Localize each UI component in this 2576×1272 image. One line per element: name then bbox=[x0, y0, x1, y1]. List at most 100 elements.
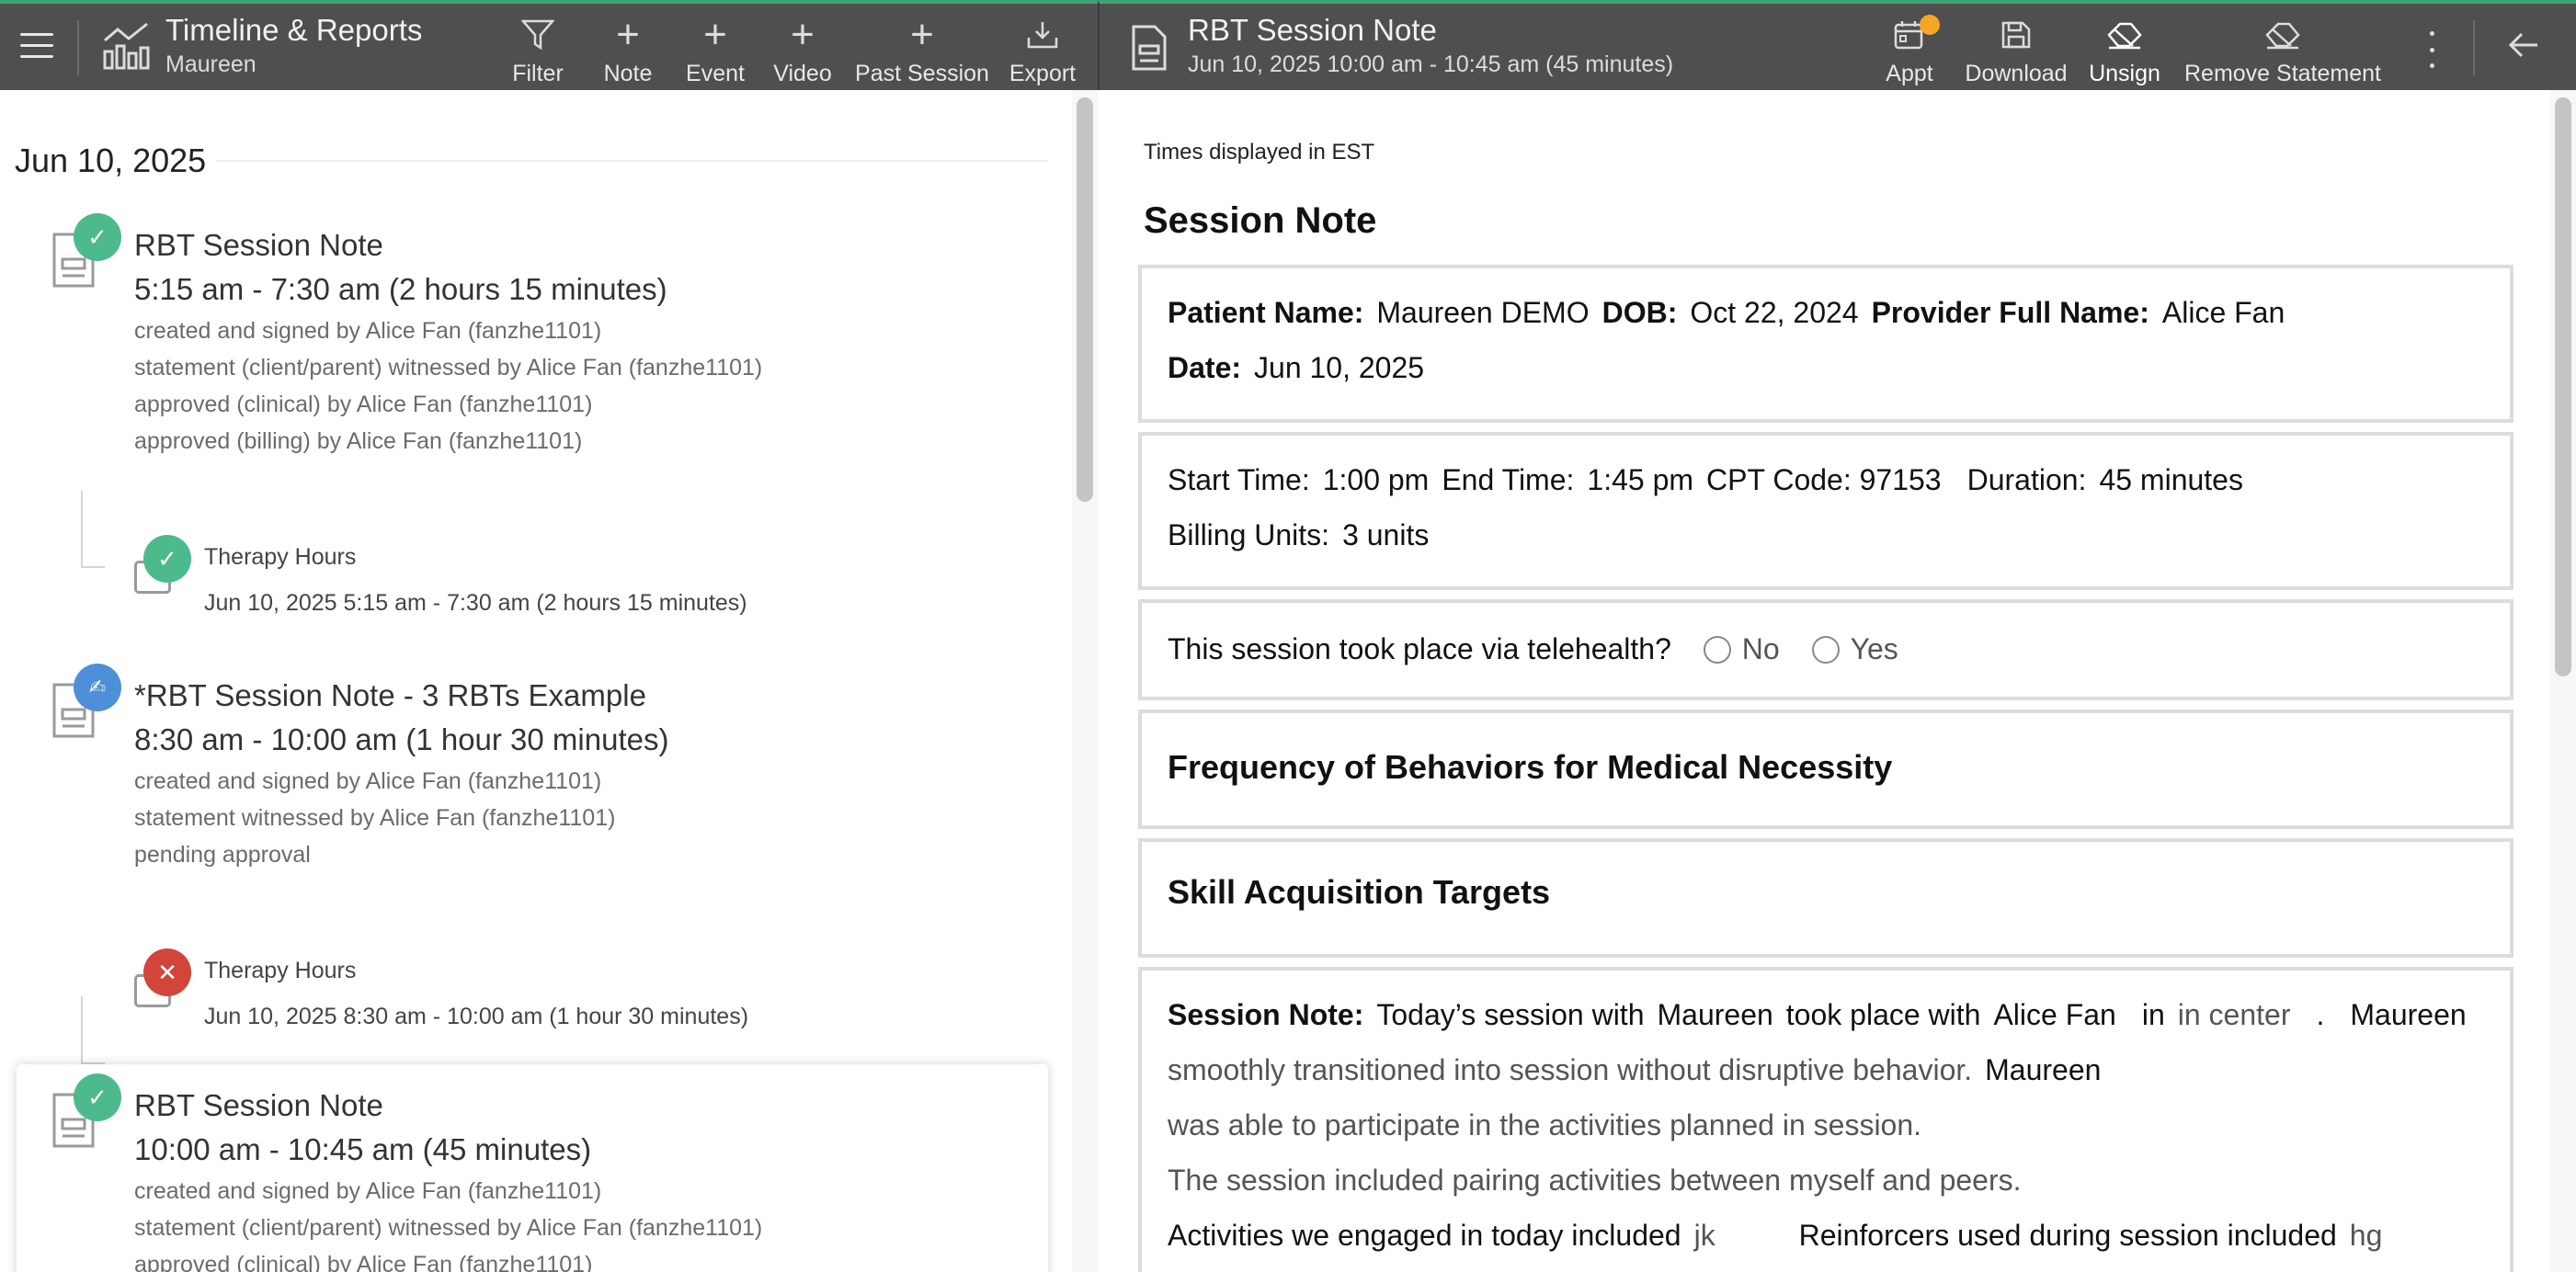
unsign-button[interactable]: Unsign bbox=[2085, 17, 2164, 87]
filter-button[interactable]: Filter bbox=[507, 17, 568, 87]
dob-value: Oct 22, 2024 bbox=[1690, 296, 1859, 329]
timeline-entry-selected[interactable]: ✓ RBT Session Note 10:00 am - 10:45 am (… bbox=[17, 1064, 1048, 1272]
patient-name: Maureen DEMO bbox=[1376, 296, 1590, 329]
timeline-sub-entry[interactable]: ✓ Therapy Hours Jun 10, 2025 5:15 am - 7… bbox=[0, 513, 1048, 623]
entry-status-line: approved (billing) by Alice Fan (fanzhe1… bbox=[134, 428, 583, 454]
toolbar-divider bbox=[2473, 20, 2475, 75]
timeline-scrollbar[interactable] bbox=[1072, 90, 1098, 1272]
timezone-label: Times displayed in EST bbox=[1144, 140, 1375, 165]
sub-entry-title: Therapy Hours bbox=[204, 544, 357, 570]
export-button[interactable]: Export bbox=[1006, 17, 1079, 87]
menu-icon[interactable] bbox=[20, 33, 53, 59]
page-title: Timeline & Reports bbox=[165, 13, 423, 47]
plus-icon: + bbox=[791, 12, 815, 57]
telehealth-no-radio[interactable] bbox=[1703, 636, 1731, 664]
approved-check-icon: ✓ bbox=[74, 213, 121, 261]
eraser-icon bbox=[2265, 22, 2300, 50]
plus-icon: + bbox=[703, 12, 727, 57]
sub-entry-title: Therapy Hours bbox=[204, 958, 357, 983]
telehealth-yes-label[interactable]: Yes bbox=[1851, 632, 1898, 665]
entry-status-line: approved (clinical) by Alice Fan (fanzhe… bbox=[134, 392, 593, 417]
cpt-code: CPT Code: 97153 bbox=[1706, 463, 1942, 496]
telehealth-question: This session took place via telehealth? bbox=[1168, 632, 1671, 665]
note-time-range: Jun 10, 2025 10:00 am - 10:45 am (45 min… bbox=[1188, 51, 1674, 77]
note-text: Activities we engaged in today included bbox=[1168, 1219, 1681, 1252]
entry-status-line: created and signed by Alice Fan (fanzhe1… bbox=[134, 768, 602, 794]
patient-info-card: Patient Name: Maureen DEMO DOB: Oct 22, 202… bbox=[1138, 265, 2513, 423]
timeline-date: Jun 10, 2025 bbox=[15, 142, 207, 179]
entry-status-line: pending approval bbox=[134, 842, 311, 868]
session-note-label: Session Note: bbox=[1168, 998, 1364, 1031]
provider-name: Alice Fan bbox=[2161, 296, 2285, 329]
timeline-chart-icon bbox=[103, 22, 150, 70]
plus-icon: + bbox=[910, 12, 934, 57]
duration-label: Duration: bbox=[1966, 463, 2087, 496]
entry-title: *RBT Session Note - 3 RBTs Example bbox=[134, 678, 646, 712]
note-patient: Maureen bbox=[1985, 1053, 2102, 1086]
telehealth-yes-radio[interactable] bbox=[1811, 636, 1840, 664]
eraser-icon bbox=[2107, 22, 2142, 50]
session-time-card: Start Time: 1:00 pm End Time: 1:45 pm CPT Co… bbox=[1138, 432, 2513, 590]
patient-subtitle: Maureen bbox=[165, 51, 256, 77]
note-provider: Alice Fan bbox=[1993, 998, 2116, 1031]
notification-dot bbox=[1920, 15, 1940, 35]
download-tray-icon bbox=[1027, 22, 1058, 49]
save-icon bbox=[2001, 21, 2031, 49]
date-value: Jun 10, 2025 bbox=[1254, 351, 1425, 384]
note-text: . bbox=[2316, 998, 2325, 1031]
note-text: Today’s session with bbox=[1376, 998, 1645, 1031]
back-arrow-icon[interactable] bbox=[2508, 31, 2539, 59]
entry-status-line: statement witnessed by Alice Fan (fanzhe… bbox=[134, 805, 616, 831]
timeline-entry[interactable]: ✓ RBT Session Note 5:15 am - 7:30 am (2 … bbox=[0, 210, 1048, 568]
add-video-button[interactable]: + Video bbox=[770, 12, 835, 87]
timeline-sub-entry[interactable]: ✕ Therapy Hours Jun 10, 2025 8:30 am - 1… bbox=[0, 926, 1048, 1037]
timeline-entry[interactable]: ✍ *RBT Session Note - 3 RBTs Example 8:3… bbox=[0, 660, 1048, 1064]
note-location: in center bbox=[2177, 998, 2291, 1031]
sub-entry-time: Jun 10, 2025 8:30 am - 10:00 am (1 hour … bbox=[204, 1004, 749, 1029]
timeline-list: Jun 10, 2025 ✓ RBT Session Note 5:15 am … bbox=[0, 90, 1072, 1272]
more-options-icon[interactable] bbox=[2427, 31, 2436, 68]
download-button[interactable]: Download bbox=[1960, 17, 2072, 87]
appt-button[interactable]: Appt bbox=[1879, 15, 1940, 87]
sub-entry-time: Jun 10, 2025 5:15 am - 7:30 am (2 hours … bbox=[204, 590, 747, 616]
remove-statement-button[interactable]: Remove Statement bbox=[2181, 17, 2385, 87]
reinforcers-field[interactable]: hg bbox=[2350, 1219, 2383, 1252]
toolbar-divider bbox=[77, 20, 79, 75]
note-text: in bbox=[2141, 998, 2165, 1031]
note-toolbar: RBT Session Note Jun 10, 2025 10:00 am -… bbox=[1098, 0, 2576, 90]
skill-title: Skill Acquisition Targets bbox=[1168, 873, 1551, 911]
entry-time: 10:00 am - 10:45 am (45 minutes) bbox=[134, 1132, 592, 1166]
document-icon bbox=[1132, 25, 1167, 71]
date-divider bbox=[217, 160, 1048, 162]
entry-title: RBT Session Note bbox=[134, 228, 383, 262]
timeline-toolbar: Timeline & Reports Maureen Filter + Note… bbox=[0, 0, 1098, 90]
add-past-session-button[interactable]: + Past Session bbox=[855, 12, 989, 87]
note-text: smoothly transitioned into session witho… bbox=[1168, 1053, 1973, 1086]
telehealth-no-label[interactable]: No bbox=[1742, 632, 1780, 665]
duration-value: 45 minutes bbox=[2099, 463, 2243, 496]
rejected-x-icon: ✕ bbox=[143, 948, 191, 996]
approved-check-icon: ✓ bbox=[74, 1073, 121, 1121]
entry-time: 8:30 am - 10:00 am (1 hour 30 minutes) bbox=[134, 722, 669, 756]
note-title: RBT Session Note bbox=[1188, 13, 1437, 47]
entry-status-line: created and signed by Alice Fan (fanzhe1… bbox=[134, 1178, 602, 1204]
patient-label: Patient Name: bbox=[1168, 296, 1364, 329]
add-note-button[interactable]: + Note bbox=[598, 12, 658, 87]
plus-icon: + bbox=[616, 12, 640, 57]
entry-status-line: created and signed by Alice Fan (fanzhe1… bbox=[134, 318, 602, 344]
end-label: End Time: bbox=[1442, 463, 1575, 496]
entry-time: 5:15 am - 7:30 am (2 hours 15 minutes) bbox=[134, 272, 667, 306]
session-note-card: Session Note: Today’s session with Maureen… bbox=[1138, 967, 2513, 1272]
skill-section: Skill Acquisition Targets bbox=[1138, 838, 2513, 958]
note-scrollbar[interactable] bbox=[2550, 90, 2576, 1272]
provider-label: Provider Full Name: bbox=[1871, 296, 2149, 329]
add-event-button[interactable]: + Event bbox=[680, 12, 750, 87]
entry-status-line: approved (clinical) by Alice Fan (fanzhe… bbox=[134, 1252, 593, 1272]
dob-label: DOB: bbox=[1601, 296, 1678, 329]
session-note-view: Times displayed in EST Session Note Pati… bbox=[1100, 90, 2550, 1272]
note-heading: Session Note bbox=[1144, 200, 1377, 241]
note-text: was able to participate in the activitie… bbox=[1168, 1108, 1922, 1141]
entry-title: RBT Session Note bbox=[134, 1088, 383, 1122]
note-text: The session included pairing activities … bbox=[1168, 1164, 2022, 1197]
activities-field[interactable]: jk bbox=[1694, 1219, 1786, 1253]
